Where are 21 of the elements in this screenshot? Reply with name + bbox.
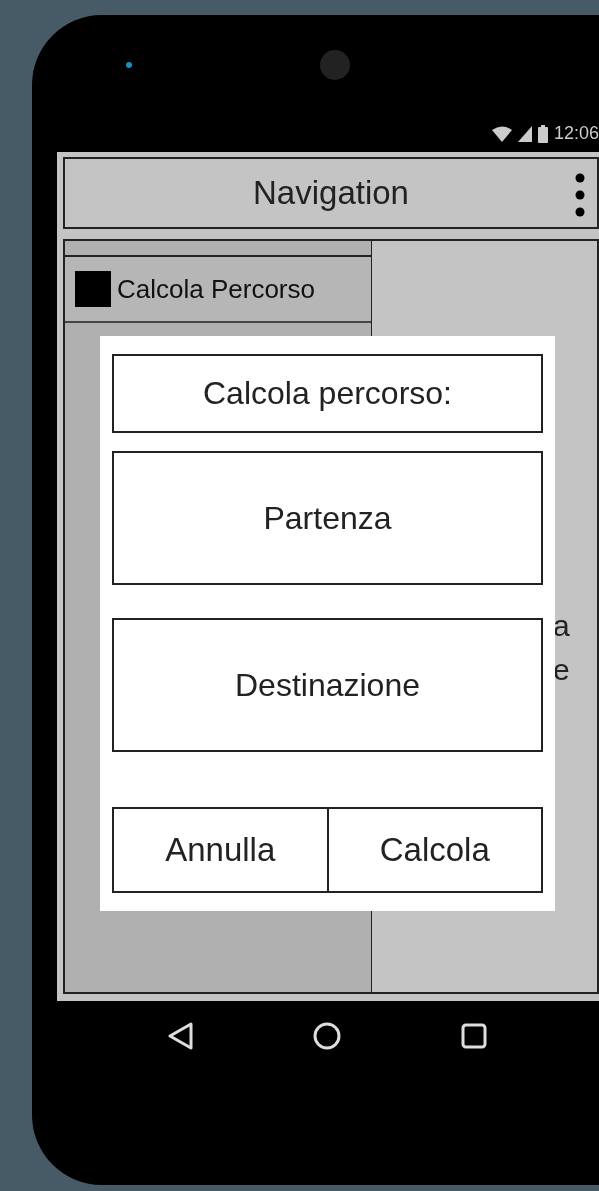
recents-icon[interactable] (461, 1023, 487, 1049)
led-icon (126, 62, 132, 68)
back-icon[interactable] (167, 1022, 193, 1050)
drawer-item-label: Calcola Percorso (117, 273, 315, 305)
home-icon[interactable] (313, 1022, 341, 1050)
status-time: 12:06 (553, 123, 599, 144)
calculate-button[interactable]: Calcola (328, 807, 543, 893)
drawer-item[interactable]: Calcola Percorso (65, 255, 371, 323)
battery-icon (537, 124, 548, 143)
wifi-icon (491, 125, 512, 142)
input-field[interactable]: Destinazione (112, 618, 543, 752)
app-title: Navigation (253, 174, 409, 212)
dialog-title: Calcola percorso: (112, 354, 543, 433)
text-fragment: a (553, 609, 571, 643)
more-icon[interactable] (575, 173, 585, 217)
square-icon (75, 271, 111, 307)
camera-icon (320, 50, 350, 80)
text-fragment: e (553, 653, 571, 687)
input-field[interactable]: Partenza (112, 451, 543, 585)
signal-icon (517, 125, 532, 142)
cancel-button[interactable]: Annulla (112, 807, 329, 893)
